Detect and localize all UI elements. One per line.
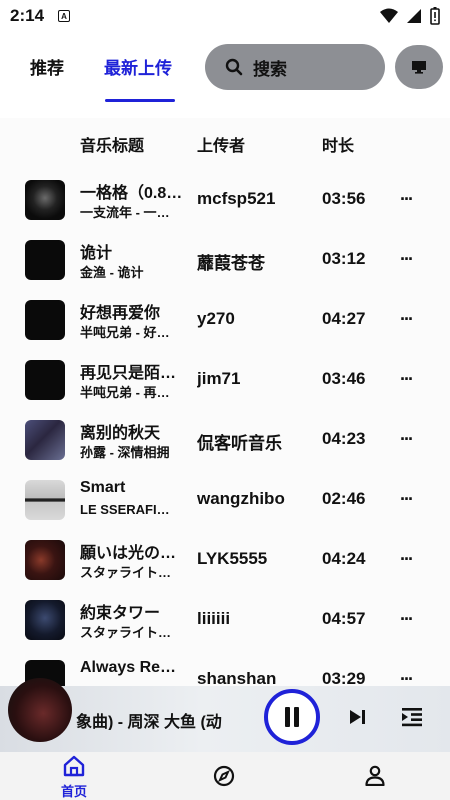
song-row[interactable]: 再见只是陌生人 半吨兄弟 - 再见只是陌生人 jim71 03:46 ··· <box>0 350 450 410</box>
album-cover <box>25 420 65 460</box>
more-options-button[interactable]: ··· <box>396 304 416 334</box>
song-artist-album: 半吨兄弟 - 好想再爱你 <box>80 325 180 340</box>
song-uploader: y270 <box>197 309 235 328</box>
song-uploader: LYK5555 <box>197 549 268 568</box>
song-uploader: 侃客听音乐 <box>197 434 282 453</box>
song-artist-album: スタァライト九九組 <box>80 565 180 580</box>
nav-home-label: 首页 <box>60 784 87 799</box>
album-cover <box>25 300 65 340</box>
song-title: Smart <box>80 479 126 496</box>
more-options-button[interactable]: ··· <box>396 184 416 214</box>
pause-icon-bar <box>294 707 299 727</box>
now-playing-cover[interactable] <box>8 678 72 742</box>
song-artist-album: 金渔 - 诡计 <box>80 265 144 280</box>
song-title: 离别的秋天 <box>80 425 161 442</box>
album-cover <box>25 240 65 280</box>
album-cover <box>25 540 65 580</box>
compass-icon <box>213 765 235 787</box>
song-row[interactable]: 願いは光の中で スタァライト九九組 LYK5555 04:24 ··· <box>0 530 450 590</box>
column-header-duration: 时长 <box>322 138 355 155</box>
status-bar: 2:14 A <box>0 0 450 32</box>
notification-icon: A <box>58 10 71 22</box>
status-time: 2:14 <box>10 6 45 25</box>
song-uploader: jim71 <box>197 369 241 388</box>
song-title: 約束タワー <box>80 605 161 622</box>
song-row[interactable]: 好想再爱你 半吨兄弟 - 好想再爱你 y270 04:27 ··· <box>0 290 450 350</box>
status-indicators <box>380 7 440 25</box>
song-artist-album: 一支流年 - 一格格 <box>80 205 180 220</box>
pause-button[interactable] <box>264 689 320 745</box>
cast-button[interactable] <box>395 45 443 89</box>
song-title: 願いは光の中で <box>80 545 188 562</box>
tab-latest-uploads[interactable]: 最新上传 <box>104 54 172 79</box>
song-title: 一格格（0.8x） <box>80 185 188 202</box>
song-row[interactable]: 离别的秋天 孙露 - 深情相拥 侃客听音乐 04:23 ··· <box>0 410 450 470</box>
song-duration: 04:23 <box>322 429 366 448</box>
battery-icon <box>430 7 440 25</box>
column-header-uploader: 上传者 <box>197 138 246 155</box>
nav-discover[interactable] <box>213 765 235 792</box>
nav-home[interactable]: 首页 <box>54 754 94 800</box>
search-icon <box>225 58 243 76</box>
search-label: 搜索 <box>253 59 287 79</box>
more-options-button[interactable]: ··· <box>396 544 416 574</box>
song-duration: 04:24 <box>322 549 366 568</box>
home-icon <box>63 755 85 777</box>
song-duration: 04:57 <box>322 609 366 628</box>
song-row[interactable]: 诡计 金渔 - 诡计 蘼葭苍苍 03:12 ··· <box>0 230 450 290</box>
album-cover <box>25 360 65 400</box>
song-uploader: liiiiii <box>197 609 231 628</box>
now-playing-track[interactable]: 象曲) - 周深 大鱼 (动 <box>76 708 256 730</box>
song-title: Always Remember <box>80 659 188 676</box>
song-title: 诡计 <box>80 245 113 262</box>
column-header-title: 音乐标题 <box>80 138 145 155</box>
more-options-button[interactable]: ··· <box>396 244 416 274</box>
song-row[interactable]: 約束タワー スタァライト九九組 liiiiii 04:57 ··· <box>0 590 450 650</box>
song-duration: 03:46 <box>322 369 366 388</box>
album-cover <box>25 480 65 520</box>
song-uploader: mcfsp521 <box>197 189 276 208</box>
more-options-button[interactable]: ··· <box>396 424 416 454</box>
wifi-icon <box>380 8 398 23</box>
pause-icon <box>285 707 290 727</box>
album-cover <box>25 180 65 220</box>
song-duration: 02:46 <box>322 489 366 508</box>
song-title: 再见只是陌生人 <box>80 365 188 382</box>
song-artist-album: LE SSERAFIM - Smart <box>80 502 180 517</box>
search-bar[interactable]: 搜索 <box>205 44 385 90</box>
more-options-button[interactable]: ··· <box>396 364 416 394</box>
playlist-queue-icon[interactable] <box>400 706 424 728</box>
song-duration: 03:56 <box>322 189 366 208</box>
mini-player[interactable]: 象曲) - 周深 大鱼 (动 <box>0 678 450 752</box>
song-uploader: 蘼葭苍苍 <box>197 254 265 273</box>
song-list-header: 音乐标题 上传者 时长 <box>0 132 450 158</box>
signal-icon <box>407 9 421 23</box>
more-options-button[interactable]: ··· <box>396 604 416 634</box>
song-artist-album: 半吨兄弟 - 再见只是陌生人 <box>80 385 180 400</box>
song-artist-album: 孙露 - 深情相拥 <box>80 445 170 460</box>
song-duration: 04:27 <box>322 309 366 328</box>
person-icon <box>365 765 385 787</box>
song-row[interactable]: 一格格（0.8x） 一支流年 - 一格格 mcfsp521 03:56 ··· <box>0 170 450 230</box>
song-duration: 03:12 <box>322 249 366 268</box>
monitor-icon <box>412 61 426 74</box>
next-track-icon[interactable] <box>346 706 368 728</box>
nav-profile[interactable] <box>364 764 386 791</box>
more-options-button[interactable]: ··· <box>396 484 416 514</box>
bottom-navigation: 首页 <box>0 752 450 800</box>
active-tab-indicator <box>105 99 175 102</box>
top-header: 推荐 最新上传 搜索 <box>0 32 450 118</box>
song-artist-album: スタァライト九九組 <box>80 625 180 640</box>
song-uploader: wangzhibo <box>197 489 285 508</box>
album-cover <box>25 600 65 640</box>
tab-recommend[interactable]: 推荐 <box>30 54 64 79</box>
song-row[interactable]: Smart LE SSERAFIM - Smart wangzhibo 02:4… <box>0 470 450 530</box>
song-title: 好想再爱你 <box>80 305 161 322</box>
